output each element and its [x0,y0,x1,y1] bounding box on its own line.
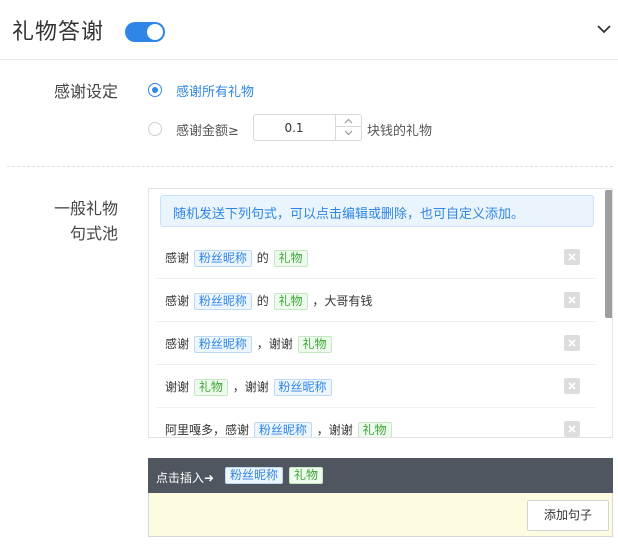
delete-sentence-button[interactable] [564,335,580,351]
sentence-input[interactable] [149,493,519,535]
fan-nickname-tag: 粉丝昵称 [253,422,312,437]
sentence-pool-list[interactable]: 随机发送下列句式，可以点击编辑或删除，也可自定义添加。 感谢 粉丝昵称 的 礼物… [148,188,613,438]
thanks-setting-label: 感谢设定 [53,82,118,101]
panel-title: 礼物答谢 [12,20,105,45]
fan-nickname-tag: 粉丝昵称 [193,250,252,267]
chevron-up-icon [344,118,353,124]
text-part: 的 [256,251,269,265]
insert-toolbar: 点击插入➜ 粉丝昵称 礼物 [148,458,613,493]
fan-nickname-tag: 粉丝昵称 [273,379,332,396]
gift-tag: 礼物 [273,250,308,267]
sentence-row[interactable]: 谢谢 礼物 ，谢谢 粉丝昵称 [157,365,595,408]
text-part: 谢谢 [165,380,190,394]
close-icon [568,253,576,261]
scrollbar-thumb[interactable] [605,190,612,318]
close-icon [568,425,576,433]
chevron-down-icon [344,130,353,136]
sentence-text[interactable]: 感谢 粉丝昵称 的 礼物 [165,249,309,267]
delete-sentence-button[interactable] [564,421,580,437]
add-sentence-button[interactable]: 添加句子 [527,500,609,531]
sentence-text[interactable]: 感谢 粉丝昵称 ，谢谢 礼物 [165,335,333,353]
gift-tag: 礼物 [357,422,392,437]
close-icon [568,339,576,347]
text-part: 阿里嘎多，感谢 [165,423,250,437]
fan-nickname-tag: 粉丝昵称 [193,336,252,353]
pool-scrollbar[interactable] [605,190,612,437]
text-part: ，谢谢 [232,380,269,394]
panel-header: 礼物答谢 [0,0,618,60]
insert-label: 点击插入➜ [156,471,215,485]
fan-nickname-tag: 粉丝昵称 [193,293,252,310]
insert-fan-nickname-button[interactable]: 粉丝昵称 [225,467,284,484]
sentence-text[interactable]: 感谢 粉丝昵称 的 礼物 ，大哥有钱 [165,292,372,310]
stepper-down-button[interactable] [336,127,361,139]
text-part: 感谢 [165,251,190,265]
amount-stepper [253,114,362,141]
stepper-up-button[interactable] [336,115,361,127]
radio-thank-all[interactable] [148,83,162,97]
sentence-text[interactable]: 阿里嘎多，感谢 粉丝昵称 ，谢谢 礼物 [165,421,393,437]
stepper-buttons [335,115,361,140]
text-part: ，大哥有钱 [312,294,373,308]
section-divider [7,166,613,167]
delete-sentence-button[interactable] [564,378,580,394]
text-part: ，谢谢 [316,423,353,437]
sentence-pool-label-line1: 一般礼物 [53,199,118,218]
close-icon [568,296,576,304]
text-part: 感谢 [165,337,190,351]
amount-suffix: 块钱的礼物 [367,124,433,139]
sentence-editor: 添加句子 [148,493,613,537]
option-thank-amount-label[interactable]: 感谢金额≥ [176,120,239,139]
pool-notice: 随机发送下列句式，可以点击编辑或删除，也可自定义添加。 [160,195,594,227]
delete-sentence-button[interactable] [564,292,580,308]
delete-sentence-button[interactable] [564,249,580,265]
insert-gift-button[interactable]: 礼物 [289,467,324,484]
radio-thank-amount[interactable] [148,122,162,136]
option-thank-all-label[interactable]: 感谢所有礼物 [176,81,254,100]
text-part: ，谢谢 [256,337,293,351]
gift-tag: 礼物 [273,293,308,310]
gift-tag: 礼物 [193,379,228,396]
sentence-pool-label-line2: 句式池 [69,224,118,243]
gift-thanks-toggle[interactable] [125,22,165,42]
close-icon [568,382,576,390]
sentence-row[interactable]: 阿里嘎多，感谢 粉丝昵称 ，谢谢 礼物 [157,408,595,437]
sentence-row[interactable]: 感谢 粉丝昵称 的 礼物 [157,236,595,279]
gift-tag: 礼物 [297,336,332,353]
sentence-row[interactable]: 感谢 粉丝昵称 的 礼物 ，大哥有钱 [157,279,595,322]
text-part: 感谢 [165,294,190,308]
chevron-down-icon[interactable] [595,20,613,38]
sentence-row[interactable]: 感谢 粉丝昵称 ，谢谢 礼物 [157,322,595,365]
sentence-pool-label: 一般礼物 句式池 [54,196,118,246]
sentence-text[interactable]: 谢谢 礼物 ，谢谢 粉丝昵称 [165,378,333,396]
amount-input[interactable] [254,115,334,140]
text-part: 的 [256,294,269,308]
toggle-knob [147,24,163,40]
